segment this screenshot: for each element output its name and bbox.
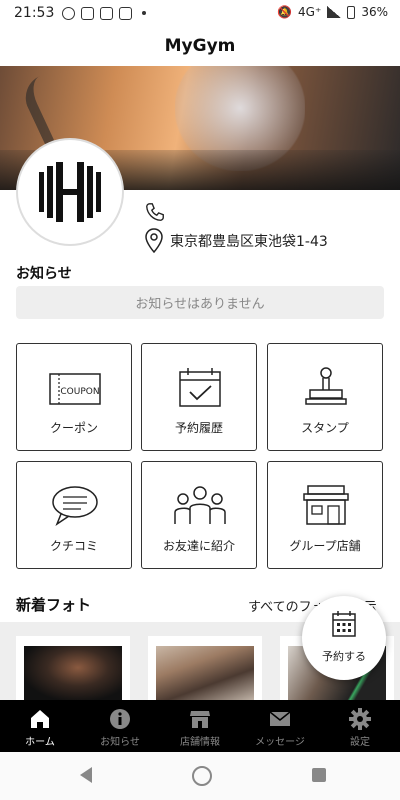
reserve-button[interactable]: 予約する bbox=[302, 596, 386, 680]
status-time: 21:53 bbox=[14, 5, 55, 21]
app-notification-icon bbox=[119, 6, 133, 20]
tab-settings[interactable]: 設定 bbox=[320, 700, 400, 752]
tile-label: 予約履歴 bbox=[174, 421, 223, 435]
network-type: 4G⁺ bbox=[298, 5, 322, 19]
address-text: 東京都豊島区東池袋1-43 bbox=[170, 234, 328, 250]
tab-messages[interactable]: メッセージ bbox=[240, 700, 320, 752]
android-nav-bar bbox=[0, 752, 400, 800]
app-title: MyGym bbox=[164, 36, 236, 56]
store-icon bbox=[190, 711, 210, 728]
more-notifications-icon bbox=[142, 11, 147, 15]
battery-level: 36% bbox=[361, 5, 388, 19]
gear-icon bbox=[349, 708, 371, 730]
facebook-notification-icon bbox=[81, 6, 95, 20]
reservation-history-tile[interactable]: 予約履歴 bbox=[141, 343, 257, 451]
coupon-tile[interactable]: COUPON クーポン bbox=[16, 343, 132, 451]
signal-icon bbox=[327, 6, 342, 18]
stamp-icon bbox=[305, 367, 347, 405]
phone-icon[interactable] bbox=[144, 201, 166, 223]
notices-heading: お知らせ bbox=[16, 266, 72, 282]
tab-label: お知らせ bbox=[100, 737, 140, 748]
tile-label: クチコミ bbox=[49, 539, 98, 553]
photos-heading: 新着フォト bbox=[16, 596, 92, 614]
mute-icon: 🔕 bbox=[277, 5, 293, 19]
coupon-icon: COUPON bbox=[49, 373, 101, 405]
tile-label: お友達に紹介 bbox=[162, 539, 235, 553]
address-row[interactable]: 東京都豊島区東池袋1-43 bbox=[144, 228, 328, 254]
photo-thumbnail[interactable] bbox=[148, 636, 262, 700]
mail-icon bbox=[269, 711, 291, 726]
calendar-check-icon bbox=[179, 368, 221, 407]
storefront-icon bbox=[303, 485, 349, 525]
system-status: 🔕 4G⁺ 36% bbox=[277, 5, 388, 19]
group-stores-tile[interactable]: グループ店舗 bbox=[267, 461, 383, 569]
tab-notices[interactable]: お知らせ bbox=[80, 700, 160, 752]
tab-label: メッセージ bbox=[255, 737, 305, 748]
tab-label: ホーム bbox=[25, 737, 55, 748]
tab-label: 設定 bbox=[350, 737, 370, 748]
tab-store-info[interactable]: 店舗情報 bbox=[160, 700, 240, 752]
notification-icons bbox=[62, 6, 147, 20]
calendar-icon bbox=[332, 611, 356, 637]
battery-icon bbox=[347, 5, 356, 19]
notices-empty-box: お知らせはありません bbox=[16, 286, 384, 319]
tab-home[interactable]: ホーム bbox=[0, 700, 80, 752]
tile-label: スタンプ bbox=[301, 421, 349, 435]
gym-logo bbox=[18, 140, 122, 244]
home-icon bbox=[31, 710, 49, 728]
review-tile[interactable]: クチコミ bbox=[16, 461, 132, 569]
photo-thumbnail[interactable] bbox=[16, 636, 130, 700]
reserve-button-label: 予約する bbox=[322, 650, 366, 663]
info-notification-icon bbox=[62, 6, 76, 20]
refer-friend-tile[interactable]: お友達に紹介 bbox=[141, 461, 257, 569]
bottom-tab-bar: ホーム お知らせ 店舗情報 メッセージ 設定 bbox=[0, 700, 400, 752]
chat-bubble-icon bbox=[52, 486, 98, 526]
map-pin-icon bbox=[145, 228, 163, 254]
info-icon bbox=[110, 709, 130, 729]
tile-label: クーポン bbox=[49, 421, 98, 435]
recent-apps-icon[interactable] bbox=[312, 768, 326, 782]
home-circle-icon[interactable] bbox=[192, 766, 212, 786]
download-notification-icon bbox=[100, 6, 114, 20]
people-icon bbox=[174, 486, 226, 524]
tab-label: 店舗情報 bbox=[180, 737, 220, 748]
coupon-icon-text: COUPON bbox=[60, 387, 99, 397]
tile-label: グループ店舗 bbox=[289, 539, 361, 553]
stamp-tile[interactable]: スタンプ bbox=[267, 343, 383, 451]
status-bar: 21:53 🔕 4G⁺ 36% bbox=[0, 0, 400, 26]
back-icon[interactable] bbox=[80, 767, 92, 783]
